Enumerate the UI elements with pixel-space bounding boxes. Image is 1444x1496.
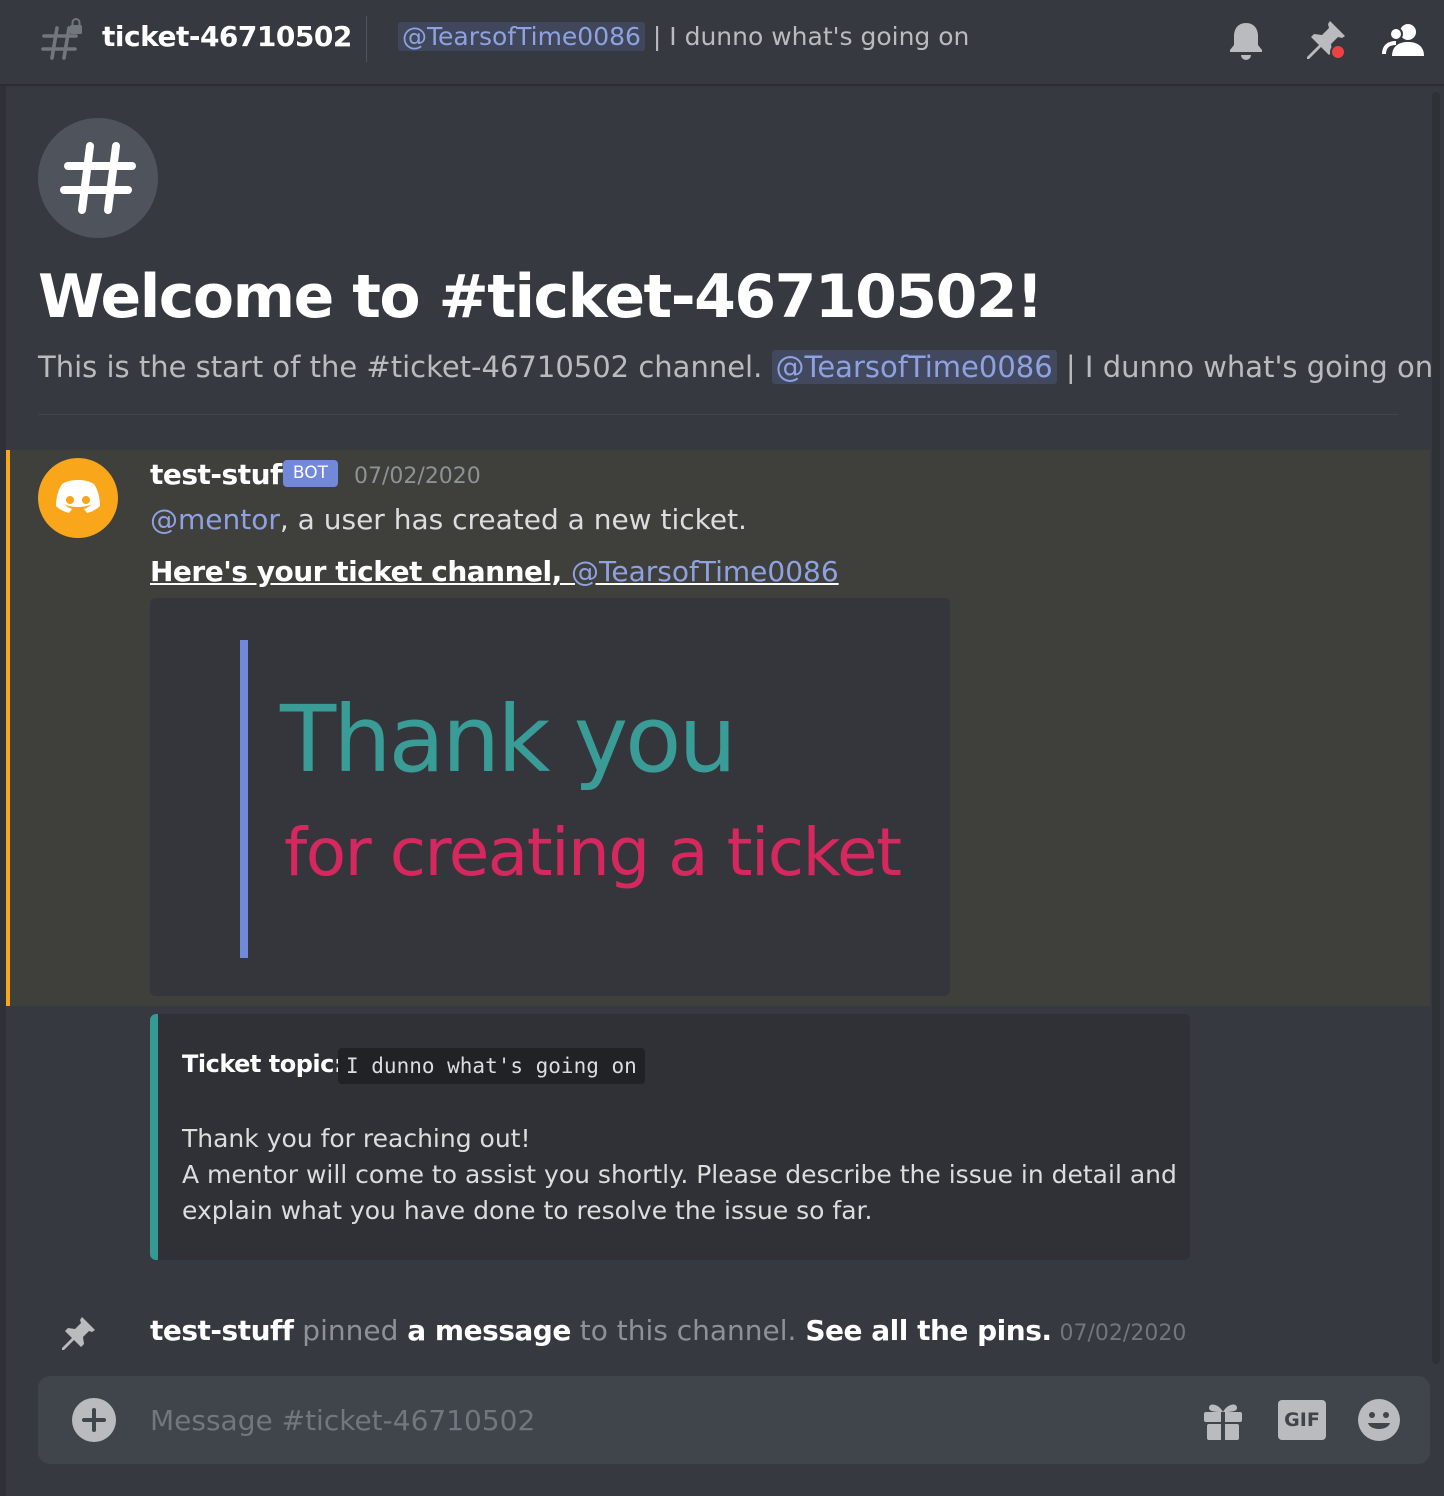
channel-header: ticket-46710502 @TearsofTime0086 | I dun…	[0, 0, 1444, 86]
topic-label: Ticket topic:	[182, 1050, 343, 1078]
pin-author[interactable]: test-stuff	[150, 1314, 294, 1347]
channel-name: ticket-46710502	[102, 20, 352, 53]
topic-user-mention[interactable]: @TearsofTime0086	[398, 22, 645, 51]
pin-icon	[62, 1317, 95, 1350]
message-timestamp: 07/02/2020	[354, 464, 481, 489]
pin-middle: to this channel.	[570, 1314, 806, 1347]
embed-line-1: Thank you for reaching out!	[182, 1124, 531, 1153]
bell-icon[interactable]	[1224, 18, 1268, 62]
topic-value: I dunno what's going on	[338, 1048, 645, 1084]
channel-hash-avatar	[38, 118, 158, 238]
ticket-channel-text: Here's your ticket channel,	[150, 555, 572, 588]
divider	[38, 414, 1398, 415]
embed-line-2: A mentor will come to assist you shortly…	[182, 1160, 1177, 1189]
ticket-channel-link[interactable]: Here's your ticket channel, @TearsofTime…	[150, 555, 839, 588]
message-text-rest: , a user has created a new ticket.	[279, 503, 747, 536]
image-text-thank-you: Thank you	[280, 686, 737, 793]
channel-topic[interactable]: @TearsofTime0086 | I dunno what's going …	[398, 22, 969, 51]
upload-button[interactable]	[72, 1398, 116, 1442]
pin-timestamp: 07/02/2020	[1059, 1321, 1187, 1346]
gift-icon[interactable]	[1200, 1398, 1246, 1442]
pin-icon[interactable]	[1304, 18, 1348, 62]
topic-text: | I dunno what's going on	[644, 22, 970, 51]
header-divider	[366, 16, 367, 62]
pin-verb: pinned	[293, 1314, 408, 1347]
message-author[interactable]: test-stuff	[150, 458, 294, 491]
image-accent-bar	[240, 640, 248, 958]
ticket-user-mention[interactable]: @TearsofTime0086	[571, 555, 839, 588]
message-text: @mentor, a user has created a new ticket…	[150, 503, 747, 536]
image-attachment[interactable]	[150, 598, 950, 996]
welcome-subtitle-prefix: This is the start of the #ticket-4671050…	[38, 350, 772, 384]
see-all-pins-link[interactable]: See all the pins.	[805, 1314, 1052, 1347]
pin-system-message: test-stuff pinned a message to this chan…	[150, 1314, 1186, 1347]
welcome-title: Welcome to #ticket-46710502!	[38, 262, 1044, 332]
discord-logo-icon	[56, 480, 100, 513]
scrollbar[interactable]	[1432, 92, 1440, 1364]
bot-tag: BOT	[283, 460, 338, 487]
members-icon[interactable]	[1382, 18, 1426, 62]
role-mention[interactable]: @mentor	[150, 503, 280, 536]
hash-icon	[60, 142, 136, 214]
image-text-for-creating: for creating a ticket	[284, 814, 902, 891]
bot-avatar[interactable]	[38, 458, 118, 538]
message-input[interactable]	[150, 1396, 1170, 1444]
emoji-icon[interactable]	[1356, 1398, 1402, 1442]
gif-button[interactable]: GIF	[1278, 1400, 1326, 1440]
welcome-user-mention[interactable]: @TearsofTime0086	[771, 350, 1057, 384]
welcome-subtitle-suffix: | I dunno what's going on	[1056, 350, 1434, 384]
pinned-message-link[interactable]: a message	[407, 1314, 571, 1347]
embed-line-3: explain what you have done to resolve th…	[182, 1196, 873, 1225]
welcome-subtitle: This is the start of the #ticket-4671050…	[38, 350, 1433, 384]
locked-channel-hash-icon	[41, 18, 82, 60]
plus-icon	[82, 1408, 106, 1432]
